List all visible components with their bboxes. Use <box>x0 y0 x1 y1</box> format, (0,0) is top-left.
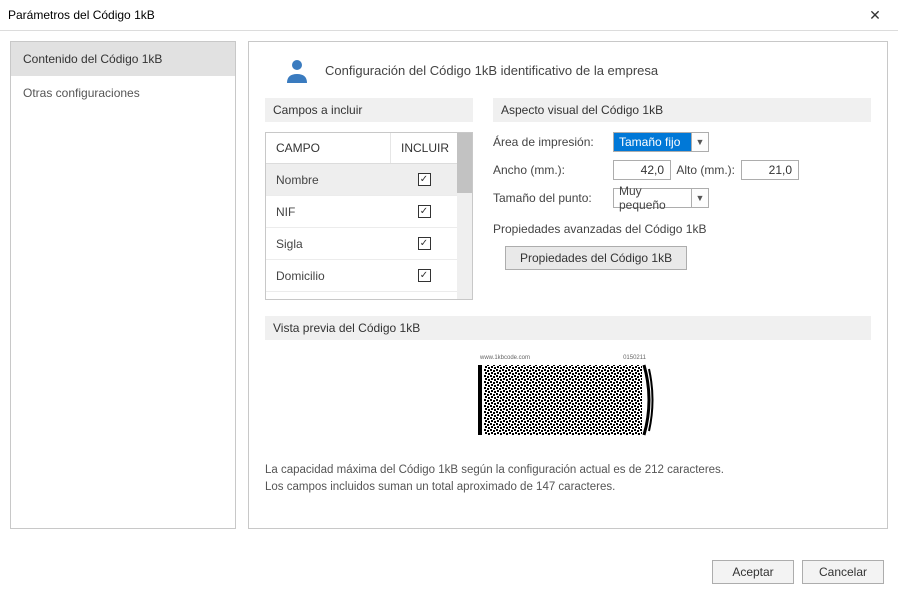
cancel-button[interactable]: Cancelar <box>802 560 884 584</box>
fields-grid: CAMPO INCLUIR Nombre ✓ NIF <box>266 133 457 299</box>
barcode-caption-right: 0150211 <box>623 355 646 361</box>
punto-combo[interactable]: Muy pequeño ▼ <box>613 188 709 208</box>
table-row[interactable]: Domicilio ✓ <box>266 260 457 292</box>
field-name: NIF <box>266 205 391 219</box>
area-combo-value: Tamaño fijo <box>614 133 691 151</box>
row-area-impresion: Área de impresión: Tamaño fijo ▼ <box>493 132 871 152</box>
checkbox[interactable]: ✓ <box>418 205 431 218</box>
ok-button[interactable]: Aceptar <box>712 560 794 584</box>
preview-section: Vista previa del Código 1kB www.1kbcode.… <box>265 316 871 450</box>
sidebar-item-label: Contenido del Código 1kB <box>23 52 162 66</box>
properties-button[interactable]: Propiedades del Código 1kB <box>505 246 687 270</box>
advanced-label: Propiedades avanzadas del Código 1kB <box>493 222 871 236</box>
field-include-cell: ✓ <box>391 205 457 218</box>
fields-header-row: CAMPO INCLUIR <box>266 133 457 164</box>
sidebar-item-label: Otras configuraciones <box>23 86 140 100</box>
punto-combo-value: Muy pequeño <box>614 184 691 212</box>
footer-info: La capacidad máxima del Código 1kB según… <box>265 462 871 497</box>
field-name: Sigla <box>266 237 391 251</box>
sidebar-item-contenido[interactable]: Contenido del Código 1kB <box>11 42 235 76</box>
dialog-buttons: Aceptar Cancelar <box>712 560 884 584</box>
footer-line1: La capacidad máxima del Código 1kB según… <box>265 462 871 479</box>
sidebar: Contenido del Código 1kB Otras configura… <box>10 41 236 529</box>
scrollbar[interactable] <box>457 133 472 299</box>
fields-body: Nombre ✓ NIF ✓ <box>266 164 457 299</box>
row-dimensions: Ancho (mm.): 42,0 Alto (mm.): 21,0 <box>493 160 871 180</box>
punto-label: Tamaño del punto: <box>493 191 613 205</box>
field-name: Domicilio <box>266 269 391 283</box>
preview-area: www.1kbcode.com 0150211 <box>265 350 871 450</box>
ancho-value: 42,0 <box>641 163 664 177</box>
field-include-cell: ✓ <box>391 237 457 250</box>
col-header-incluir[interactable]: INCLUIR <box>391 133 457 163</box>
ok-button-label: Aceptar <box>732 565 773 579</box>
table-row[interactable]: Sigla ✓ <box>266 228 457 260</box>
area-label: Área de impresión: <box>493 135 613 149</box>
alto-label: Alto (mm.): <box>671 163 741 177</box>
chevron-down-icon[interactable]: ▼ <box>691 189 708 207</box>
field-include-cell: ✓ <box>391 269 457 282</box>
fields-group-label: Campos a incluir <box>265 98 473 122</box>
person-icon <box>283 56 311 84</box>
scroll-thumb[interactable] <box>457 133 472 193</box>
panel-title: Configuración del Código 1kB identificat… <box>325 63 658 78</box>
barcode-caption-left: www.1kbcode.com <box>480 355 530 361</box>
preview-label: Vista previa del Código 1kB <box>265 316 871 340</box>
area-combo[interactable]: Tamaño fijo ▼ <box>613 132 709 152</box>
cancel-button-label: Cancelar <box>819 565 867 579</box>
two-column-area: Campos a incluir CAMPO INCLUIR Nombre ✓ <box>265 98 871 300</box>
sidebar-item-otras[interactable]: Otras configuraciones <box>11 76 235 110</box>
barcode-preview: www.1kbcode.com 0150211 <box>478 363 658 437</box>
col-header-campo[interactable]: CAMPO <box>266 133 391 163</box>
window-title: Parámetros del Código 1kB <box>8 8 155 22</box>
table-row[interactable]: Nombre ✓ <box>266 164 457 196</box>
body-area: Contenido del Código 1kB Otras configura… <box>0 31 898 539</box>
close-button[interactable]: ✕ <box>852 0 898 30</box>
ancho-input[interactable]: 42,0 <box>613 160 671 180</box>
checkbox[interactable]: ✓ <box>418 269 431 282</box>
ancho-label: Ancho (mm.): <box>493 163 613 177</box>
checkbox[interactable]: ✓ <box>418 173 431 186</box>
chevron-down-icon[interactable]: ▼ <box>691 133 708 151</box>
checkbox[interactable]: ✓ <box>418 237 431 250</box>
alto-input[interactable]: 21,0 <box>741 160 799 180</box>
visual-group-label: Aspecto visual del Código 1kB <box>493 98 871 122</box>
fields-table: CAMPO INCLUIR Nombre ✓ NIF <box>265 132 473 300</box>
field-name: Nombre <box>266 173 391 187</box>
visual-column: Aspecto visual del Código 1kB Área de im… <box>493 98 871 300</box>
properties-button-label: Propiedades del Código 1kB <box>520 251 672 265</box>
barcode-icon <box>478 363 658 437</box>
main-panel: Configuración del Código 1kB identificat… <box>248 41 888 529</box>
footer-line2: Los campos incluidos suman un total apro… <box>265 479 871 496</box>
titlebar: Parámetros del Código 1kB ✕ <box>0 0 898 30</box>
panel-header: Configuración del Código 1kB identificat… <box>265 56 871 98</box>
alto-value: 21,0 <box>769 163 792 177</box>
row-punto: Tamaño del punto: Muy pequeño ▼ <box>493 188 871 208</box>
table-row[interactable]: NIF ✓ <box>266 196 457 228</box>
fields-column: Campos a incluir CAMPO INCLUIR Nombre ✓ <box>265 98 473 300</box>
field-include-cell: ✓ <box>391 173 457 186</box>
